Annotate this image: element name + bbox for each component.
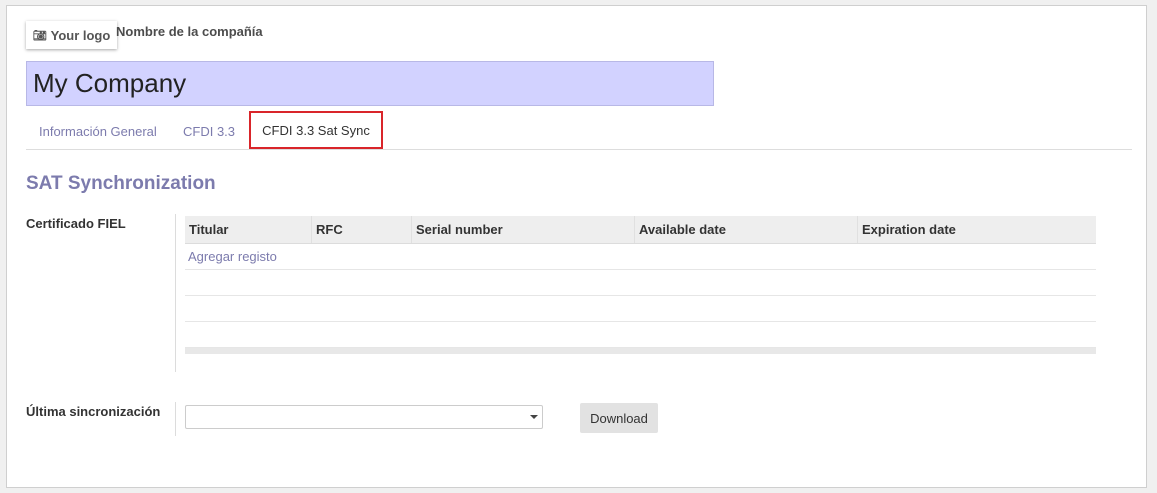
column-header-serial-number[interactable]: Serial number [411, 216, 634, 243]
column-header-rfc[interactable]: RFC [311, 216, 411, 243]
column-header-titular[interactable]: Titular [185, 216, 311, 243]
field-divider [175, 214, 176, 372]
section-title: SAT Synchronization [26, 173, 216, 194]
column-header-expiration-date[interactable]: Expiration date [857, 216, 1096, 243]
certificado-fiel-label: Certificado FIEL [26, 216, 126, 231]
form-sheet: 📷︎ Your logo Nombre de la compañía My Co… [6, 5, 1147, 488]
logo-label: Your logo [50, 27, 111, 43]
sync-select[interactable] [185, 405, 543, 429]
camera-icon: 📷︎ [32, 29, 47, 42]
table-row: Agregar registo [185, 244, 1096, 270]
ultima-sincronizacion-label: Última sincronización [26, 404, 161, 419]
company-name-input[interactable]: My Company [26, 61, 714, 106]
table-footer [185, 348, 1096, 354]
tab-cfdi-33[interactable]: CFDI 3.3 [183, 113, 235, 149]
add-record-link[interactable]: Agregar registo [185, 249, 277, 264]
table-row [185, 296, 1096, 322]
tab-cfdi-33-sat-sync[interactable]: CFDI 3.3 Sat Sync [249, 111, 383, 149]
column-header-available-date[interactable]: Available date [634, 216, 857, 243]
notebook-tabs: Información General CFDI 3.3 CFDI 3.3 Sa… [26, 111, 1132, 150]
fiel-table: Titular RFC Serial number Available date… [185, 216, 1096, 354]
caret-down-icon [530, 415, 538, 419]
download-button[interactable]: Download [580, 403, 658, 433]
tab-informacion-general[interactable]: Información General [39, 113, 157, 149]
field-divider [175, 402, 176, 436]
company-name-label: Nombre de la compañía [116, 24, 263, 39]
table-row [185, 322, 1096, 348]
table-row [185, 270, 1096, 296]
company-logo-upload[interactable]: 📷︎ Your logo [26, 21, 117, 49]
table-header: Titular RFC Serial number Available date… [185, 216, 1096, 244]
